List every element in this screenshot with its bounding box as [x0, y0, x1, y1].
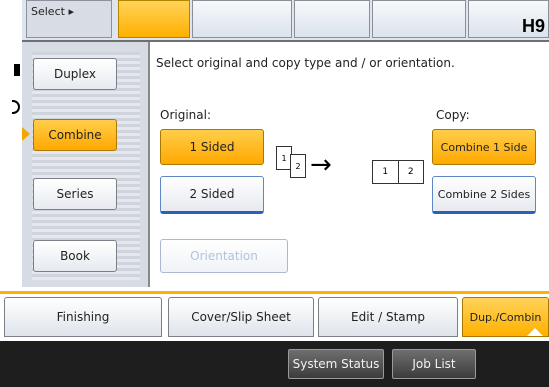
top-tab-3[interactable]: [294, 0, 370, 38]
tab-dup-combin-label: Dup./Combin: [469, 310, 542, 324]
menu-book-label: Book: [60, 249, 90, 263]
original-2-sided-button[interactable]: 2 Sided: [160, 176, 264, 214]
original-1-sided-button[interactable]: 1 Sided: [160, 129, 264, 165]
copy-combine-1-side-button[interactable]: Combine 1 Side: [432, 129, 536, 165]
copy-combine-2-sides-label: Combine 2 Sides: [437, 187, 531, 201]
system-status-button[interactable]: System Status: [288, 349, 384, 379]
menu-series-label: Series: [56, 187, 94, 201]
top-tab-2[interactable]: [192, 0, 292, 38]
job-list-label: Job List: [412, 357, 456, 371]
left-edge-fragment-2: [0, 100, 22, 116]
select-tab[interactable]: Select ▸: [26, 0, 112, 38]
top-tab-4[interactable]: [372, 0, 466, 38]
left-edge-fragment: [0, 64, 22, 78]
tab-finishing[interactable]: Finishing: [4, 297, 162, 337]
page-label: H9: [521, 16, 545, 36]
bottom-tab-accent-line: [0, 291, 549, 294]
tab-edit-stamp-label: Edit / Stamp: [351, 310, 425, 324]
combined-page-diagram: 1 2: [372, 160, 424, 184]
arrow-right-icon: →: [310, 150, 332, 180]
original-pages-diagram: 1 2: [274, 144, 314, 184]
job-list-button[interactable]: Job List: [392, 349, 476, 379]
tab-edit-stamp[interactable]: Edit / Stamp: [318, 297, 458, 337]
selection-pointer-icon: [22, 127, 30, 141]
combined-page-2: 2: [407, 167, 414, 177]
menu-duplex-button[interactable]: Duplex: [33, 58, 117, 90]
page-2-icon: 2: [290, 154, 306, 178]
play-icon: ▸: [68, 5, 74, 18]
select-tab-label: Select: [31, 5, 65, 18]
copy-combine-2-sides-button[interactable]: Combine 2 Sides: [432, 176, 536, 214]
instruction-text: Select original and copy type and / or o…: [156, 56, 455, 70]
copy-label: Copy:: [436, 108, 470, 122]
original-1-sided-label: 1 Sided: [189, 140, 235, 154]
orientation-label: Orientation: [190, 249, 258, 263]
orientation-button[interactable]: Orientation: [160, 239, 288, 273]
menu-book-button[interactable]: Book: [33, 240, 117, 272]
menu-duplex-label: Duplex: [53, 67, 97, 81]
copy-combine-1-side-label: Combine 1 Side: [440, 140, 528, 154]
system-status-label: System Status: [292, 357, 380, 371]
combined-page-1: 1: [373, 161, 399, 183]
top-tab-selected[interactable]: [118, 0, 190, 38]
tab-cover-slip-sheet[interactable]: Cover/Slip Sheet: [168, 297, 314, 337]
tab-finishing-label: Finishing: [56, 310, 110, 324]
menu-series-button[interactable]: Series: [33, 178, 117, 210]
tab-cover-slip-sheet-label: Cover/Slip Sheet: [191, 310, 291, 324]
original-2-sided-label: 2 Sided: [189, 187, 235, 201]
original-label: Original:: [160, 108, 211, 122]
menu-combine-button[interactable]: Combine: [33, 119, 117, 151]
menu-combine-label: Combine: [48, 128, 102, 142]
tab-caret-up-icon: [527, 328, 543, 336]
